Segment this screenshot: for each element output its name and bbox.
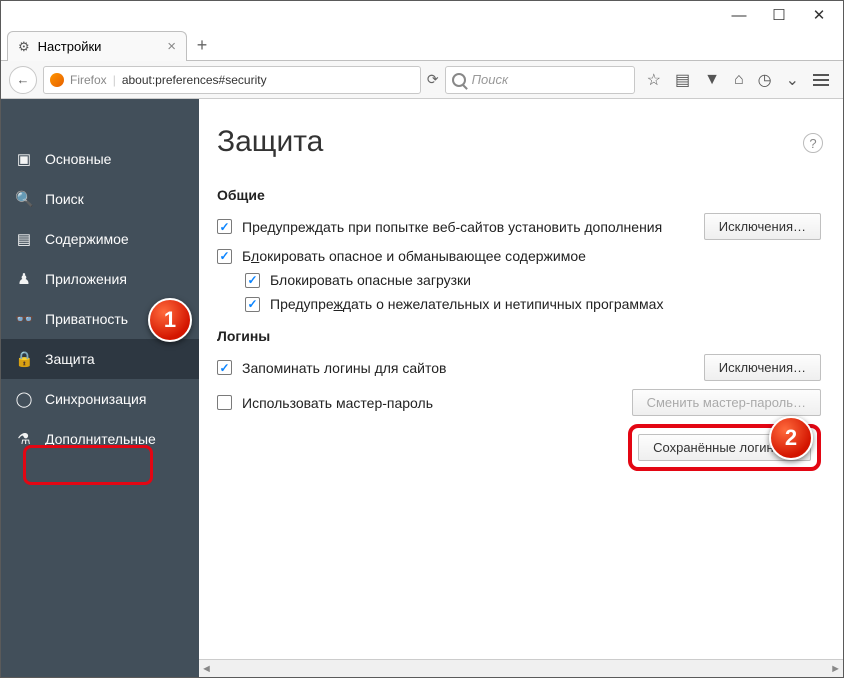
row-remember-logins: Запоминать логины для сайтов Исключения…	[217, 354, 821, 381]
sync-icon[interactable]: ◷	[758, 70, 772, 90]
exceptions-button-2[interactable]: Исключения…	[704, 354, 821, 381]
preferences-sidebar: ▣ Основные 🔍 Поиск ▤ Содержимое ♟ Приложения…	[1, 99, 199, 677]
security-page: ? Защита Общие Предупреждать при попытке…	[199, 99, 843, 677]
label-block-downloads: Блокировать опасные загрузки	[270, 272, 471, 288]
scroll-right-icon[interactable]: ►	[830, 663, 841, 675]
section-logins: Логины	[217, 328, 821, 344]
back-button[interactable]: ←	[9, 66, 37, 94]
tab-title: Настройки	[38, 39, 102, 54]
search-placeholder: Поиск	[472, 72, 509, 87]
sidebar-item-label: Дополнительные	[45, 431, 156, 447]
label-block-dangerous: Блокировать опасное и обманывающее содер…	[242, 248, 586, 264]
downloads-icon[interactable]: ▼	[704, 71, 720, 89]
checkbox-remember-logins[interactable]	[217, 360, 232, 375]
sidebar-item-advanced[interactable]: ⚗ Дополнительные	[1, 419, 199, 459]
page-title: Защита	[217, 125, 821, 159]
checkbox-warn-install[interactable]	[217, 219, 232, 234]
row-saved-logins: Сохранённые логины…	[217, 424, 821, 471]
sidebar-item-applications[interactable]: ♟ Приложения	[1, 259, 199, 299]
apps-icon: ♟	[15, 270, 33, 288]
exceptions-button-1[interactable]: Исключения…	[704, 213, 821, 240]
content-area: ▣ Основные 🔍 Поиск ▤ Содержимое ♟ Приложения…	[1, 99, 843, 677]
reload-button[interactable]: ⟳	[427, 71, 439, 88]
sidebar-item-content[interactable]: ▤ Содержимое	[1, 219, 199, 259]
window-maximize-button[interactable]: ☐	[759, 3, 799, 27]
toolbar-icons: ☆ ▤ ▼ ⌂ ◷ ⌄	[641, 70, 835, 90]
firefox-icon	[50, 73, 64, 87]
label-warn-unwanted: Предупреждать о нежелательных и нетипичн…	[270, 296, 663, 312]
row-warn-unwanted: Предупреждать о нежелательных и нетипичн…	[245, 296, 821, 312]
browser-window: — ☐ ✕ ⚙ Настройки × + ← Firefox | about:…	[0, 0, 844, 678]
checkbox-master-password[interactable]	[217, 395, 232, 410]
url-separator: |	[113, 73, 116, 87]
library-icon[interactable]: ▤	[675, 70, 690, 90]
menu-button[interactable]	[813, 74, 829, 86]
tab-close-icon[interactable]: ×	[167, 38, 176, 55]
sidebar-item-security[interactable]: 🔒 Защита	[1, 339, 199, 379]
url-text: about:preferences#security	[122, 73, 414, 87]
search-cat-icon: 🔍	[15, 190, 33, 208]
section-general: Общие	[217, 187, 821, 203]
row-block-dangerous: Блокировать опасное и обманывающее содер…	[217, 248, 821, 264]
home-icon[interactable]: ⌂	[734, 71, 744, 89]
sidebar-item-label: Приватность	[45, 311, 128, 327]
sidebar-item-label: Защита	[45, 351, 95, 367]
lock-icon: 🔒	[15, 350, 33, 368]
sidebar-item-label: Синхронизация	[45, 391, 146, 407]
search-icon	[452, 73, 466, 87]
bookmark-star-icon[interactable]: ☆	[647, 70, 661, 90]
horizontal-scrollbar[interactable]: ◄ ►	[199, 659, 843, 677]
change-master-button: Сменить мастер-пароль…	[632, 389, 821, 416]
window-titlebar: — ☐ ✕	[1, 1, 843, 29]
help-icon[interactable]: ?	[803, 133, 823, 153]
window-minimize-button[interactable]: —	[719, 3, 759, 27]
sidebar-item-label: Основные	[45, 151, 111, 167]
url-brand: Firefox	[70, 73, 107, 87]
sidebar-item-label: Приложения	[45, 271, 127, 287]
new-tab-button[interactable]: +	[187, 30, 217, 60]
search-bar[interactable]: Поиск	[445, 66, 635, 94]
annotation-badge-2: 2	[769, 416, 813, 460]
sync-cat-icon: ◯	[15, 390, 33, 408]
pocket-icon[interactable]: ⌄	[786, 70, 799, 90]
advanced-icon: ⚗	[15, 430, 33, 448]
checkbox-block-downloads[interactable]	[245, 273, 260, 288]
sidebar-item-label: Содержимое	[45, 231, 129, 247]
scroll-left-icon[interactable]: ◄	[201, 663, 212, 675]
row-warn-install: Предупреждать при попытке веб-сайтов уст…	[217, 213, 821, 240]
navigation-toolbar: ← Firefox | about:preferences#security ⟳…	[1, 61, 843, 99]
content-icon: ▤	[15, 230, 33, 248]
annotation-badge-1: 1	[148, 298, 192, 342]
sidebar-item-general[interactable]: ▣ Основные	[1, 139, 199, 179]
row-master-password: Использовать мастер-пароль Сменить масте…	[217, 389, 821, 416]
general-icon: ▣	[15, 150, 33, 168]
row-block-downloads: Блокировать опасные загрузки	[245, 272, 821, 288]
tab-settings[interactable]: ⚙ Настройки ×	[7, 31, 187, 61]
url-bar[interactable]: Firefox | about:preferences#security	[43, 66, 421, 94]
sidebar-item-label: Поиск	[45, 191, 84, 207]
gear-icon: ⚙	[18, 39, 30, 55]
tab-strip: ⚙ Настройки × +	[1, 29, 843, 61]
window-close-button[interactable]: ✕	[799, 3, 839, 27]
label-remember-logins: Запоминать логины для сайтов	[242, 360, 446, 376]
privacy-icon: 👓	[15, 310, 33, 328]
sidebar-item-sync[interactable]: ◯ Синхронизация	[1, 379, 199, 419]
checkbox-block-dangerous[interactable]	[217, 249, 232, 264]
sidebar-item-search[interactable]: 🔍 Поиск	[1, 179, 199, 219]
checkbox-warn-unwanted[interactable]	[245, 297, 260, 312]
label-master-password: Использовать мастер-пароль	[242, 395, 433, 411]
label-warn-install: Предупреждать при попытке веб-сайтов уст…	[242, 219, 662, 235]
